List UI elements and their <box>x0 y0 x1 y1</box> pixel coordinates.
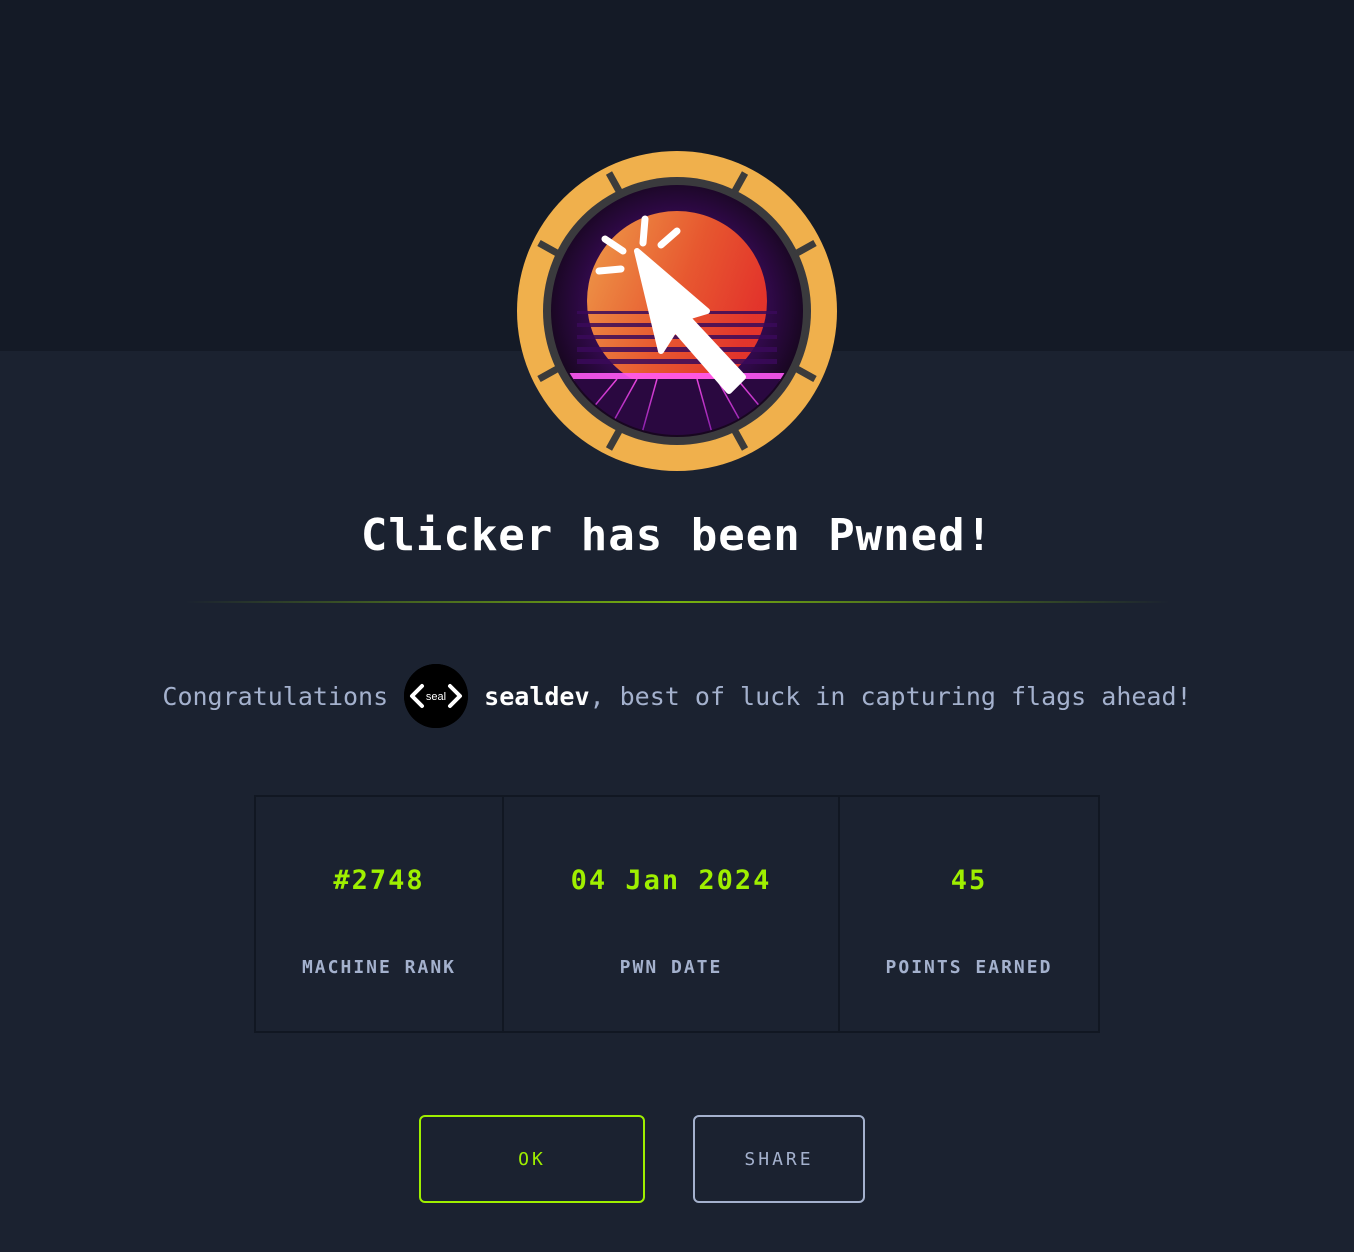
divider <box>185 601 1170 603</box>
share-button[interactable]: SHARE <box>693 1115 865 1203</box>
ok-button[interactable]: OK <box>419 1115 645 1203</box>
username[interactable]: sealdev <box>484 682 589 711</box>
page-title: Clicker has been Pwned! <box>360 510 994 561</box>
congrats-suffix: , best of luck in capturing flags ahead! <box>589 681 1192 711</box>
stat-value: 04 Jan 2024 <box>570 865 772 896</box>
congrats-message: Congratulations seal sealdev , best of l… <box>0 664 1354 728</box>
stat-pwn-date: 04 Jan 2024 PWN DATE <box>504 797 840 1031</box>
avatar[interactable]: seal <box>404 664 469 728</box>
cursor-click-icon <box>517 151 837 471</box>
seal-logo-icon: seal <box>404 664 469 728</box>
stat-value: #2748 <box>333 865 425 896</box>
pwned-page: Clicker has been Pwned! Congratulations … <box>0 0 1354 1252</box>
stat-machine-rank: #2748 MACHINE RANK <box>256 797 504 1031</box>
stat-label: MACHINE RANK <box>301 957 457 978</box>
stat-value: 45 <box>950 865 988 896</box>
stat-label: POINTS EARNED <box>885 957 1053 978</box>
svg-text:seal: seal <box>426 691 446 703</box>
machine-badge <box>517 151 837 471</box>
stats-panel: #2748 MACHINE RANK 04 Jan 2024 PWN DATE … <box>254 795 1100 1033</box>
stat-label: PWN DATE <box>619 957 723 978</box>
congrats-prefix: Congratulations <box>162 681 389 711</box>
stat-points-earned: 45 POINTS EARNED <box>840 797 1098 1031</box>
